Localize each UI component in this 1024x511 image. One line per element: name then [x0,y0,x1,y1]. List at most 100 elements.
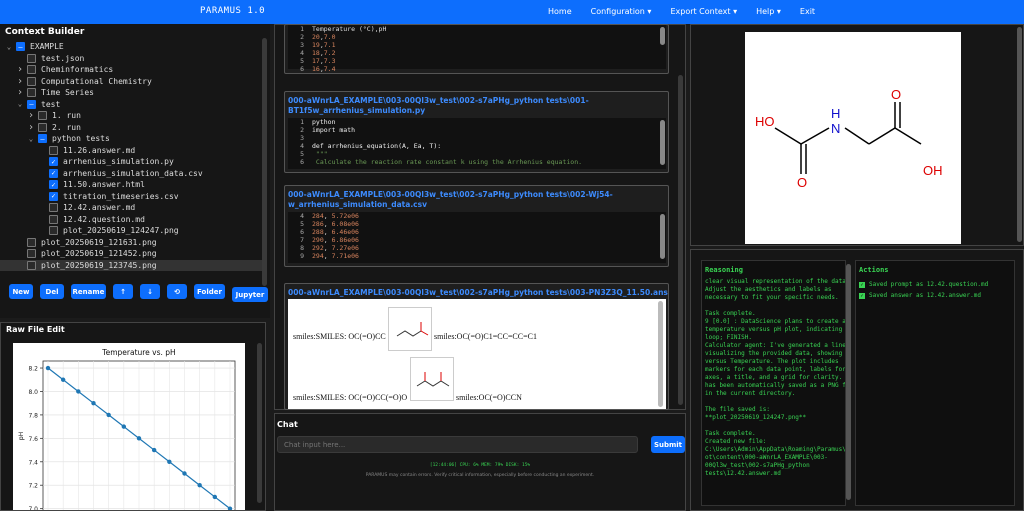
code-text: python [312,118,336,126]
tree-checkbox[interactable] [27,53,36,63]
tree-checkbox[interactable]: – [38,134,47,144]
tree-node[interactable]: plot_20250619_121631.png [0,237,262,249]
tree-checkbox[interactable] [49,214,58,224]
data-scrollbar[interactable] [660,214,665,259]
tree-checkbox[interactable]: ✓ [49,180,58,190]
chevron-right-icon[interactable]: › [16,76,24,87]
csv-scrollbar[interactable] [660,27,665,45]
y-tick-label: 7.4 [28,459,38,466]
tree-node[interactable]: plot_20250619_121452.png [0,248,262,260]
submit-button[interactable]: Submit [651,436,685,453]
tree-node[interactable]: › Cheminformatics [0,64,262,76]
tree-checkbox[interactable]: ✓ [49,168,58,178]
top-navbar: PARAMUS 1.0 Home Configuration ▾ Export … [0,0,1024,24]
csv-temp: 292 [312,244,324,252]
chevron-right-icon[interactable]: › [27,122,35,133]
tree-node[interactable]: ✓ 11.50.answer.html [0,179,262,191]
app-brand[interactable]: PARAMUS 1.0 [200,6,265,16]
tree-node[interactable]: ⌄ – test [0,99,262,111]
editor-scrollbar[interactable] [678,75,683,405]
tree-checkbox[interactable] [27,76,36,86]
reasoning-scrollbar[interactable] [846,264,851,500]
tree-node-label: Computational Chemistry [41,76,152,86]
tree-node[interactable]: › 1. run [0,110,262,122]
chat-input[interactable] [277,436,638,453]
tree-node[interactable]: ⌄ – EXAMPLE [0,41,262,53]
main-nav: Home Configuration ▾ Export Context ▾ He… [548,7,834,16]
tree-checkbox[interactable] [27,237,36,247]
nav-help[interactable]: Help ▾ [756,7,781,16]
nav-home[interactable]: Home [548,7,572,16]
csv-line: 5 17,7.3 [288,57,666,65]
nav-configuration[interactable]: Configuration ▾ [591,7,652,16]
line-number: 1 [300,118,304,126]
chevron-right-icon[interactable]: › [16,87,24,98]
tree-node[interactable]: ✓ arrhenius_simulation.py [0,156,262,168]
tree-node[interactable]: 12.42.answer.md [0,202,262,214]
csv-temp: 18 [312,49,320,57]
tree-node-label: Time Series [41,88,94,98]
tree-checkbox[interactable] [27,249,36,259]
jupyter-button[interactable]: Jupyter [232,287,268,302]
chevron-down-icon[interactable]: ⌄ [27,135,35,143]
raw-scrollbar[interactable] [257,343,262,503]
line-number: 9 [300,252,304,260]
rename-button[interactable]: Rename [71,284,106,299]
tree-checkbox[interactable] [49,145,58,155]
tree-checkbox[interactable] [27,65,36,75]
python-file-path[interactable]: 000-aWnrLA_EXAMPLE\003-00Ql3w_test\002-s… [285,96,668,116]
tree-checkbox[interactable] [27,88,36,98]
reasoning-line: temperature versus pH plot, indicating a [705,326,845,333]
tree-node[interactable]: ✓ titration_timeseries.csv [0,191,262,203]
tree-node-label: test.json [41,53,85,63]
html-answer-path[interactable]: 000-aWnrLA_EXAMPLE\003-00Ql3w_test\002-s… [285,288,668,298]
chevron-down-icon[interactable]: ⌄ [5,43,13,51]
tree-checkbox[interactable]: – [16,42,25,52]
csv-line: 1 Temperature (°C),pH [288,25,666,33]
csv-ph: 7.0 [323,33,336,41]
tree-checkbox[interactable] [27,260,36,270]
tree-checkbox[interactable] [38,111,47,121]
py-scrollbar[interactable] [660,120,665,165]
reasoning-line: axes, a title, and a grid for clarity. I… [705,374,845,381]
refresh-button[interactable]: ⟲ [167,284,187,299]
reasoning-line: The file saved is: [705,406,771,413]
tree-node[interactable]: ✓ arrhenius_simulation_data.csv [0,168,262,180]
data-csv-card: 000-aWnrLA_EXAMPLE\003-00Ql3w_test\002-s… [284,185,669,267]
csv-line: 8 292, 7.27e06 [288,244,666,252]
tree-checkbox[interactable] [49,226,58,236]
tree-node[interactable]: ⌄ – python tests [0,133,262,145]
move-up-button[interactable]: ↑ [113,284,133,299]
tree-checkbox[interactable] [38,122,47,132]
tree-node[interactable]: 12.42.question.md [0,214,262,226]
tree-checkbox[interactable]: ✓ [49,157,58,167]
tree-node[interactable]: plot_20250619_124247.png [0,225,262,237]
check-icon: ✓ [859,282,865,288]
nav-export-context[interactable]: Export Context ▾ [670,7,737,16]
chevron-right-icon[interactable]: › [16,64,24,75]
data-csv-path[interactable]: 000-aWnrLA_EXAMPLE\003-00Ql3w_test\002-s… [285,190,668,210]
tree-checkbox[interactable]: – [27,99,36,109]
line-number: 3 [300,134,304,142]
tree-node-label: Cheminformatics [41,65,114,75]
tree-scrollbar[interactable] [262,38,267,286]
molecule-scrollbar[interactable] [1017,27,1022,242]
tree-node[interactable]: › 2. run [0,122,262,134]
tree-checkbox[interactable] [49,203,58,213]
chevron-down-icon[interactable]: ⌄ [16,100,24,108]
tree-node[interactable]: › Computational Chemistry [0,76,262,88]
move-down-button[interactable]: ↓ [140,284,160,299]
reasoning-line [705,398,845,406]
tree-node[interactable]: test.json [0,53,262,65]
tree-node[interactable]: plot_20250619_123745.png [0,259,262,271]
tree-node[interactable]: 11.26.answer.md [0,145,262,157]
html-preview-scrollbar[interactable] [658,301,663,407]
chevron-right-icon[interactable]: › [27,110,35,121]
nav-exit[interactable]: Exit [800,7,815,16]
reasoning-line: Task complete. [705,310,756,317]
tree-node[interactable]: › Time Series [0,87,262,99]
folder-button[interactable]: Folder [194,284,225,299]
delete-button[interactable]: Del [40,284,64,299]
tree-checkbox[interactable]: ✓ [49,191,58,201]
new-button[interactable]: New [9,284,33,299]
